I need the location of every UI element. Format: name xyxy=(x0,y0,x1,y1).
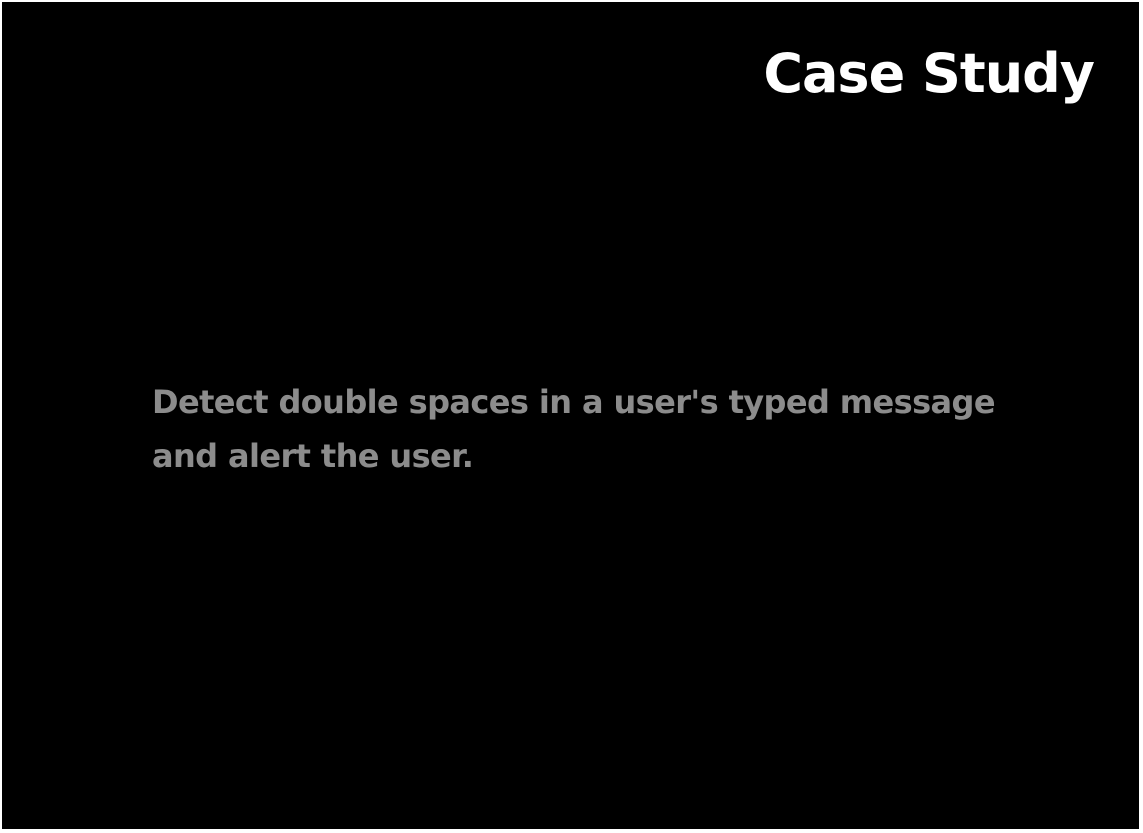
slide-title: Case Study xyxy=(763,42,1095,105)
slide-body-text: Detect double spaces in a user's typed m… xyxy=(152,383,996,475)
slide: Case Study Detect double spaces in a use… xyxy=(2,2,1139,829)
